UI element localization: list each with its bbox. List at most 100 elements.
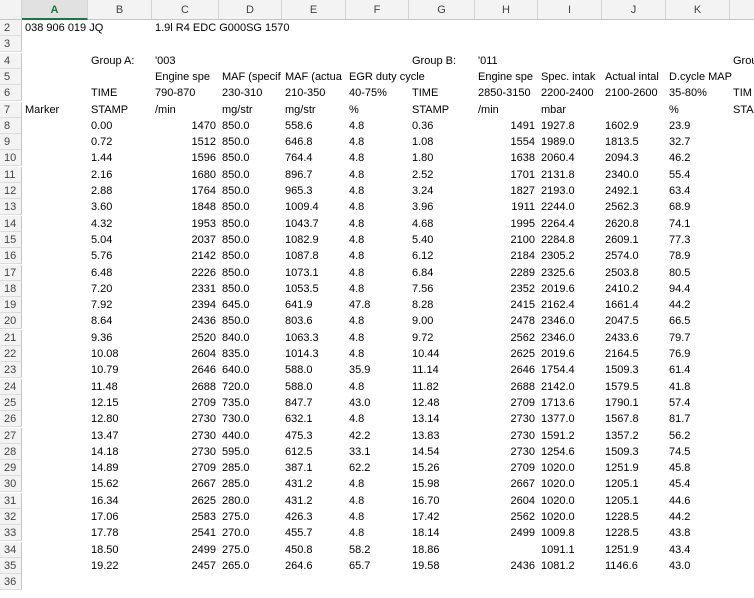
cell-c4[interactable]: '003 bbox=[152, 53, 178, 69]
cell-j27[interactable]: 1357.2 bbox=[602, 428, 642, 444]
cell-g14[interactable]: 4.68 bbox=[409, 216, 436, 232]
cell-d8[interactable]: 850.0 bbox=[219, 118, 253, 134]
cell-h14[interactable]: 1995 bbox=[475, 216, 538, 232]
column-header-h[interactable]: H bbox=[475, 0, 538, 20]
cell-k27[interactable]: 56.2 bbox=[666, 428, 693, 444]
cell-c17[interactable]: 2226 bbox=[152, 265, 219, 281]
cell-i26[interactable]: 1377.0 bbox=[538, 411, 578, 427]
cell-d28[interactable]: 595.0 bbox=[219, 444, 253, 460]
cell-d25[interactable]: 735.0 bbox=[219, 395, 253, 411]
cell-k22[interactable]: 76.9 bbox=[666, 346, 693, 362]
row-header-9[interactable]: 9 bbox=[0, 134, 22, 150]
cell-e28[interactable]: 612.5 bbox=[282, 444, 316, 460]
row-header-21[interactable]: 21 bbox=[0, 330, 22, 346]
row-header-25[interactable]: 25 bbox=[0, 395, 22, 411]
cell-g12[interactable]: 3.24 bbox=[409, 183, 436, 199]
cell-g11[interactable]: 2.52 bbox=[409, 167, 436, 183]
cell-b34[interactable]: 18.50 bbox=[88, 542, 122, 558]
cell-c13[interactable]: 1848 bbox=[152, 199, 219, 215]
cell-i13[interactable]: 2244.0 bbox=[538, 199, 578, 215]
cell-j28[interactable]: 1509.3 bbox=[602, 444, 642, 460]
column-header-d[interactable]: D bbox=[219, 0, 282, 20]
cell-b11[interactable]: 2.16 bbox=[88, 167, 115, 183]
cell-b13[interactable]: 3.60 bbox=[88, 199, 115, 215]
cell-h13[interactable]: 1911 bbox=[475, 199, 538, 215]
cell-h29[interactable]: 2709 bbox=[475, 460, 538, 476]
cell-g20[interactable]: 9.00 bbox=[409, 313, 436, 329]
cell-e10[interactable]: 764.4 bbox=[282, 150, 316, 166]
cell-f16[interactable]: 4.8 bbox=[346, 248, 367, 264]
cell-f5[interactable]: EGR duty cycle bbox=[346, 69, 428, 85]
cell-g13[interactable]: 3.96 bbox=[409, 199, 436, 215]
cell-i30[interactable]: 1020.0 bbox=[538, 476, 578, 492]
cell-i19[interactable]: 2162.4 bbox=[538, 297, 578, 313]
row-header-33[interactable]: 33 bbox=[0, 525, 22, 541]
cell-i23[interactable]: 1754.4 bbox=[538, 362, 578, 378]
cell-b14[interactable]: 4.32 bbox=[88, 216, 115, 232]
cell-g7[interactable]: STAMP bbox=[409, 102, 452, 118]
cell-c12[interactable]: 1764 bbox=[152, 183, 219, 199]
cell-h35[interactable]: 2436 bbox=[475, 558, 538, 574]
cell-i33[interactable]: 1009.8 bbox=[538, 525, 578, 541]
cell-d35[interactable]: 265.0 bbox=[219, 558, 253, 574]
cell-k23[interactable]: 61.4 bbox=[666, 362, 693, 378]
row-header-27[interactable]: 27 bbox=[0, 428, 22, 444]
cell-c10[interactable]: 1596 bbox=[152, 150, 219, 166]
cell-h7[interactable]: /min bbox=[475, 102, 502, 118]
cell-h9[interactable]: 1554 bbox=[475, 134, 538, 150]
cell-e34[interactable]: 450.8 bbox=[282, 542, 316, 558]
cell-j11[interactable]: 2340.0 bbox=[602, 167, 642, 183]
row-header-4[interactable]: 4 bbox=[0, 53, 22, 69]
cell-k11[interactable]: 55.4 bbox=[666, 167, 693, 183]
cell-g27[interactable]: 13.83 bbox=[409, 428, 443, 444]
cell-e23[interactable]: 588.0 bbox=[282, 362, 316, 378]
cell-f27[interactable]: 42.2 bbox=[346, 428, 373, 444]
cell-j24[interactable]: 1579.5 bbox=[602, 379, 642, 395]
cell-h22[interactable]: 2625 bbox=[475, 346, 538, 362]
cell-h17[interactable]: 2289 bbox=[475, 265, 538, 281]
cell-d5[interactable]: MAF (specif bbox=[219, 69, 284, 85]
cell-g26[interactable]: 13.14 bbox=[409, 411, 443, 427]
cell-k14[interactable]: 74.1 bbox=[666, 216, 693, 232]
cell-i22[interactable]: 2019.6 bbox=[538, 346, 578, 362]
cell-b24[interactable]: 11.48 bbox=[88, 379, 121, 395]
cell-i18[interactable]: 2019.6 bbox=[538, 281, 578, 297]
cell-f29[interactable]: 62.2 bbox=[346, 460, 373, 476]
cell-c2[interactable]: 1.9l R4 EDC G000SG 1570 bbox=[152, 20, 293, 36]
cell-b30[interactable]: 15.62 bbox=[88, 476, 122, 492]
cell-g22[interactable]: 10.44 bbox=[409, 346, 443, 362]
cell-b10[interactable]: 1.44 bbox=[88, 150, 115, 166]
cell-d34[interactable]: 275.0 bbox=[219, 542, 253, 558]
row-header-26[interactable]: 26 bbox=[0, 411, 22, 427]
cell-j21[interactable]: 2433.6 bbox=[602, 330, 642, 346]
cell-h18[interactable]: 2352 bbox=[475, 281, 538, 297]
cell-e29[interactable]: 387.1 bbox=[282, 460, 316, 476]
cell-h30[interactable]: 2667 bbox=[475, 476, 538, 492]
cell-h6[interactable]: 2850-3150 bbox=[475, 85, 534, 101]
cell-g10[interactable]: 1.80 bbox=[409, 150, 436, 166]
cell-k7[interactable]: % bbox=[666, 102, 682, 118]
cell-c30[interactable]: 2667 bbox=[152, 476, 219, 492]
cell-f10[interactable]: 4.8 bbox=[346, 150, 367, 166]
cell-f34[interactable]: 58.2 bbox=[346, 542, 373, 558]
cell-f21[interactable]: 4.8 bbox=[346, 330, 367, 346]
cell-i11[interactable]: 2131.8 bbox=[538, 167, 578, 183]
cell-i35[interactable]: 1081.2 bbox=[538, 558, 578, 574]
cell-b35[interactable]: 19.22 bbox=[88, 558, 122, 574]
cell-h15[interactable]: 2100 bbox=[475, 232, 538, 248]
cell-b32[interactable]: 17.06 bbox=[88, 509, 122, 525]
cell-g4[interactable]: Group B: bbox=[409, 53, 459, 69]
cell-i8[interactable]: 1927.8 bbox=[538, 118, 578, 134]
cell-h4[interactable]: '011 bbox=[475, 53, 501, 69]
cell-e14[interactable]: 1043.7 bbox=[282, 216, 322, 232]
cell-i20[interactable]: 2346.0 bbox=[538, 313, 578, 329]
cell-l4[interactable]: Grou bbox=[730, 53, 754, 69]
cell-h11[interactable]: 1701 bbox=[475, 167, 538, 183]
cell-h28[interactable]: 2730 bbox=[475, 444, 538, 460]
row-header-19[interactable]: 19 bbox=[0, 297, 22, 313]
cell-g31[interactable]: 16.70 bbox=[409, 493, 443, 509]
cell-c7[interactable]: /min bbox=[152, 102, 179, 118]
cell-k10[interactable]: 46.2 bbox=[666, 150, 693, 166]
cell-j13[interactable]: 2562.3 bbox=[602, 199, 642, 215]
cell-f24[interactable]: 4.8 bbox=[346, 379, 367, 395]
